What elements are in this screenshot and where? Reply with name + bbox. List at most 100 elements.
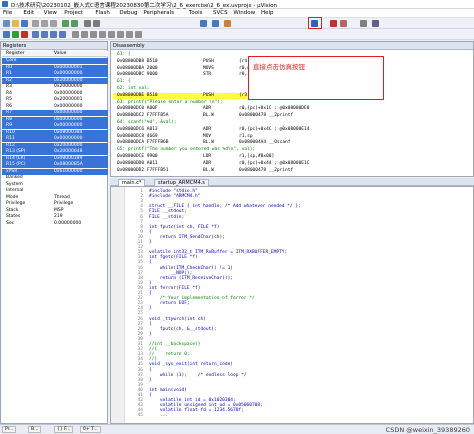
registers-window-icon[interactable] bbox=[99, 31, 106, 38]
value-col-header: Value bbox=[54, 51, 67, 56]
run-icon[interactable] bbox=[12, 31, 19, 38]
disassembly-args: 0x08000478 __2printf bbox=[239, 167, 294, 173]
register-row[interactable]: R3 0x20000000 bbox=[2, 84, 108, 90]
register-row[interactable]: Privilege Privilege bbox=[2, 201, 108, 207]
undo-icon[interactable] bbox=[62, 20, 69, 27]
register-row[interactable]: R0 0x00000001 bbox=[2, 64, 108, 71]
kill-breakpoints-icon[interactable] bbox=[340, 20, 347, 27]
watermark: CSDN @weixin_39389260 bbox=[385, 426, 470, 434]
tab-startup[interactable]: startup_ARMCM4.s bbox=[154, 179, 209, 186]
panel-tab[interactable]: B... bbox=[28, 426, 42, 433]
register-name: Privilege bbox=[6, 201, 26, 206]
disassembly-addr: 0x08000DBA 2000 bbox=[117, 65, 158, 71]
watch-window-icon[interactable] bbox=[117, 31, 124, 38]
reset-icon[interactable] bbox=[3, 31, 10, 38]
indent-icon[interactable] bbox=[93, 20, 100, 27]
disassembly-addr: 0x08000DBC 9000 bbox=[117, 72, 158, 78]
command-window-icon[interactable] bbox=[72, 31, 79, 38]
register-row[interactable]: R15 (PC) 0x08000B5A bbox=[2, 162, 108, 168]
code-editor[interactable]: 1 #include "stdio.h" 2 #include "ARMCM4.h" 3… bbox=[110, 186, 474, 424]
panel-tab[interactable]: 0+ T... bbox=[80, 426, 101, 433]
register-row[interactable]: R7 0x00000000 bbox=[2, 110, 108, 116]
register-row[interactable]: R13 (SP) 0x20000648 bbox=[2, 149, 108, 155]
menu-file[interactable]: File bbox=[3, 10, 12, 16]
redo-icon[interactable] bbox=[71, 20, 78, 27]
disassembly-addr: 0x08000DCE 9900 bbox=[117, 154, 158, 159]
register-row[interactable]: Core bbox=[2, 58, 108, 64]
step-over-icon[interactable] bbox=[41, 31, 48, 38]
annotation-text: 直接点击仿真按钮 bbox=[253, 63, 305, 71]
paste-icon[interactable] bbox=[50, 20, 57, 27]
step-into-icon[interactable] bbox=[32, 31, 39, 38]
open-folder-icon[interactable] bbox=[12, 20, 19, 27]
code-line[interactable]: 45 ... bbox=[111, 413, 473, 420]
menu-tools[interactable]: Tools bbox=[189, 10, 203, 16]
register-row[interactable]: Sec 0.00000000 bbox=[2, 221, 108, 227]
disassembly-mn: MOV bbox=[203, 133, 212, 139]
register-row[interactable]: R6 0x00000000 bbox=[2, 104, 108, 110]
menu-peripherals[interactable]: Peripherals bbox=[143, 10, 174, 16]
register-row[interactable]: Banked bbox=[2, 175, 108, 181]
tab-main-c[interactable]: main.c* bbox=[118, 179, 146, 186]
menu-flash[interactable]: Flash bbox=[95, 10, 109, 16]
window-layout-icon[interactable] bbox=[360, 20, 367, 27]
disassembly-args: 0x08000478 __2printf bbox=[239, 113, 294, 119]
copy-icon[interactable] bbox=[41, 20, 48, 27]
disassembly-args: r1,sp bbox=[239, 133, 253, 139]
register-row[interactable]: System bbox=[2, 182, 108, 188]
register-row[interactable]: R9 0x00000000 bbox=[2, 123, 108, 129]
save-icon[interactable] bbox=[21, 20, 28, 27]
register-row[interactable]: States 219 bbox=[2, 214, 108, 220]
disassembly-addr: 0x08000DBE B510 bbox=[117, 92, 158, 98]
register-row[interactable]: R11 0x00000000 bbox=[2, 136, 108, 142]
toolbar-main bbox=[0, 18, 474, 29]
symbols-window-icon[interactable] bbox=[90, 31, 97, 38]
register-value: 0x08000189 bbox=[54, 155, 83, 161]
register-row[interactable]: xPSR 0x61000000 bbox=[2, 168, 108, 175]
register-row[interactable]: R5 0x20000001 bbox=[2, 97, 108, 103]
menu-view[interactable]: View bbox=[44, 10, 57, 16]
register-row[interactable]: R4 0x00000000 bbox=[2, 91, 108, 97]
new-file-icon[interactable] bbox=[3, 20, 10, 27]
register-row[interactable]: Mode Thread bbox=[2, 195, 108, 201]
register-row[interactable]: R1 0x00000000 bbox=[2, 71, 108, 77]
call-stack-icon[interactable] bbox=[108, 31, 115, 38]
panel-tab[interactable]: {} F... bbox=[54, 426, 74, 433]
build-icon[interactable] bbox=[200, 20, 207, 27]
panel-tab[interactable]: Pr... bbox=[2, 426, 17, 433]
disassembly-addr: 0x08000DB8 B510 bbox=[117, 58, 158, 64]
register-name: Banked bbox=[6, 175, 23, 180]
disassembly-window-icon[interactable] bbox=[81, 31, 88, 38]
menu-window[interactable]: Window bbox=[233, 10, 255, 16]
run-to-cursor-icon[interactable] bbox=[59, 31, 66, 38]
register-row[interactable]: R8 0x00000000 bbox=[2, 116, 108, 123]
menu-edit[interactable]: Edit bbox=[23, 10, 34, 16]
register-row[interactable]: R12 0x20000000 bbox=[2, 142, 108, 149]
menu-svcs[interactable]: SVCS bbox=[213, 10, 228, 16]
registers-header: Register Value bbox=[2, 51, 108, 57]
register-row[interactable]: Stack MSP bbox=[2, 208, 108, 214]
menu-help[interactable]: Help bbox=[261, 10, 274, 16]
memory-window-icon[interactable] bbox=[126, 31, 133, 38]
stop-icon[interactable] bbox=[21, 31, 28, 38]
cut-icon[interactable] bbox=[32, 20, 39, 27]
disassembly-mn: ADR bbox=[203, 160, 212, 166]
register-row[interactable]: R2 0x20000000 bbox=[2, 77, 108, 84]
settings-icon[interactable] bbox=[372, 20, 379, 27]
step-out-icon[interactable] bbox=[50, 31, 57, 38]
menu-project[interactable]: Project bbox=[64, 10, 83, 16]
disassembly-addr: 0x08000DD0 A011 bbox=[117, 160, 158, 166]
breakpoint-icon[interactable] bbox=[330, 20, 337, 27]
bookmark-icon[interactable] bbox=[84, 20, 91, 27]
register-value: 0x20000648 bbox=[54, 149, 83, 154]
register-row[interactable]: R10 0x08000384 bbox=[2, 129, 108, 136]
menu-debug[interactable]: Debug bbox=[119, 10, 137, 16]
register-name: R8 bbox=[6, 116, 12, 122]
serial-window-icon[interactable] bbox=[135, 31, 142, 38]
register-value: MSP bbox=[54, 207, 64, 213]
register-row[interactable]: R14 (LR) 0x08000189 bbox=[2, 155, 108, 162]
rebuild-icon[interactable] bbox=[212, 20, 219, 27]
register-row[interactable]: Internal bbox=[2, 188, 108, 194]
disassembly-args: r1,[sp,#0x00] bbox=[239, 154, 275, 159]
download-icon[interactable] bbox=[224, 20, 231, 27]
